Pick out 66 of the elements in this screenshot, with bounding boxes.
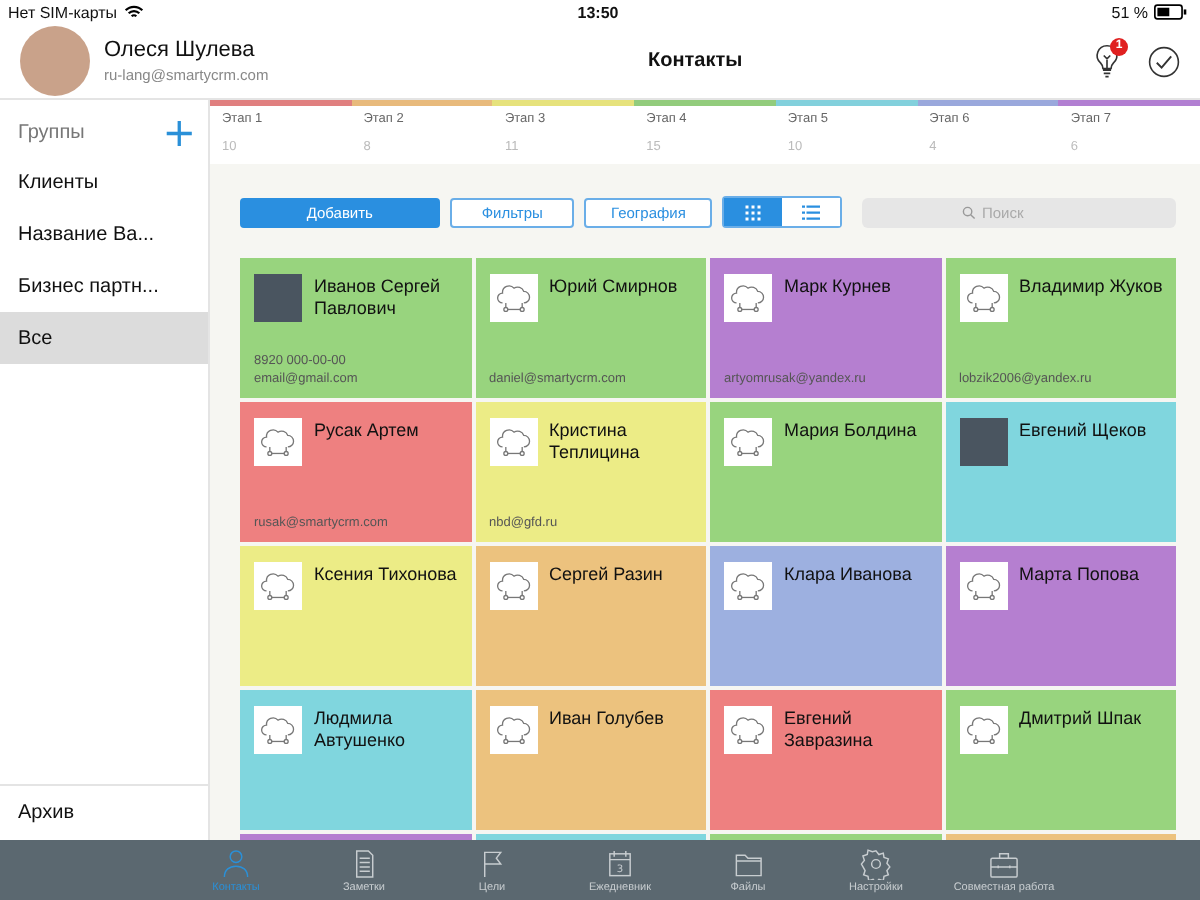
contact-name: Людмила Автушенко <box>314 706 408 752</box>
photo-placeholder <box>959 418 1007 466</box>
contact-name: Юрий Смирнов <box>549 274 678 298</box>
avatar-placeholder <box>254 706 302 754</box>
group-item[interactable]: Бизнес партн... <box>0 260 208 312</box>
contact-card[interactable]: Дмитрий Шпак <box>945 690 1176 830</box>
group-item[interactable]: Все <box>0 312 208 364</box>
group-item[interactable]: Название Ва... <box>0 208 208 260</box>
avatar-placeholder <box>724 418 772 466</box>
contact-name: Евгений Щеков <box>1019 418 1147 442</box>
person-icon <box>220 847 252 879</box>
contact-name: Иванов Сергей Павлович <box>314 274 443 320</box>
page-title: Контакты <box>646 50 745 72</box>
list-icon <box>802 203 820 221</box>
lightbulb-icon[interactable] <box>1094 43 1120 79</box>
contact-name: Русак Артем <box>314 418 419 442</box>
contact-name: Марк Курнев <box>784 274 891 298</box>
contact-card[interactable]: Сергей Разин <box>475 546 706 686</box>
contact-card[interactable]: Клара Иванова <box>710 546 941 686</box>
avatar-placeholder <box>724 562 772 610</box>
grid-view-button[interactable] <box>724 198 782 226</box>
contact-name: Владимир Жуков <box>1019 274 1163 298</box>
contact-name: Мария Болдина <box>784 418 917 442</box>
contact-card[interactable]: Евгений Завразина <box>710 690 941 830</box>
user-avatar[interactable] <box>20 26 90 96</box>
gear-icon <box>860 847 892 879</box>
contact-card[interactable]: Иван Голубев <box>475 690 706 830</box>
briefcase-icon <box>988 847 1020 879</box>
contact-card[interactable]: Марта Попова <box>945 546 1176 686</box>
avatar-placeholder <box>489 706 537 754</box>
contact-card[interactable]: Людмила Автушенко <box>240 690 471 830</box>
avatar-placeholder <box>489 418 537 466</box>
contact-name: Клара Иванова <box>784 562 912 586</box>
contact-name: Ксения Тихонова <box>314 562 457 586</box>
list-view-button[interactable] <box>782 198 840 226</box>
search-icon <box>962 205 976 219</box>
contact-name: Кристина Теплицина <box>549 418 642 464</box>
user-name: Олеся Шулева <box>104 38 257 62</box>
groups-heading: Группы <box>18 121 85 143</box>
avatar-placeholder <box>959 706 1007 754</box>
contact-name: Сергей Разин <box>549 562 663 586</box>
contact-name: Евгений Завразина <box>784 706 875 752</box>
wifi-icon <box>123 4 144 20</box>
avatar-placeholder <box>489 562 537 610</box>
clock-text: 13:50 <box>577 3 619 21</box>
photo-placeholder <box>254 274 302 322</box>
checkmark-circle-icon[interactable] <box>1148 45 1180 77</box>
battery-text: 51 % <box>1111 3 1148 21</box>
contact-name: Иван Голубев <box>549 706 664 730</box>
carrier-text: Нет SIM-карты <box>8 3 118 21</box>
avatar-placeholder <box>489 274 537 322</box>
battery-icon <box>1154 4 1188 20</box>
avatar-placeholder <box>724 274 772 322</box>
contact-card[interactable]: Мария Болдина <box>710 402 941 542</box>
view-toggle[interactable] <box>722 196 842 228</box>
avatar-placeholder <box>959 274 1007 322</box>
avatar-placeholder <box>254 418 302 466</box>
contact-name: Марта Попова <box>1019 562 1139 586</box>
avatar-placeholder <box>254 562 302 610</box>
contact-card[interactable]: Ксения Тихонова <box>240 546 471 686</box>
avatar-placeholder <box>724 706 772 754</box>
group-item[interactable]: Клиенты <box>0 156 208 208</box>
avatar-placeholder <box>959 562 1007 610</box>
contact-name: Дмитрий Шпак <box>1019 706 1142 730</box>
contact-card[interactable]: Евгений Щеков <box>945 402 1176 542</box>
grid-icon <box>744 203 762 221</box>
